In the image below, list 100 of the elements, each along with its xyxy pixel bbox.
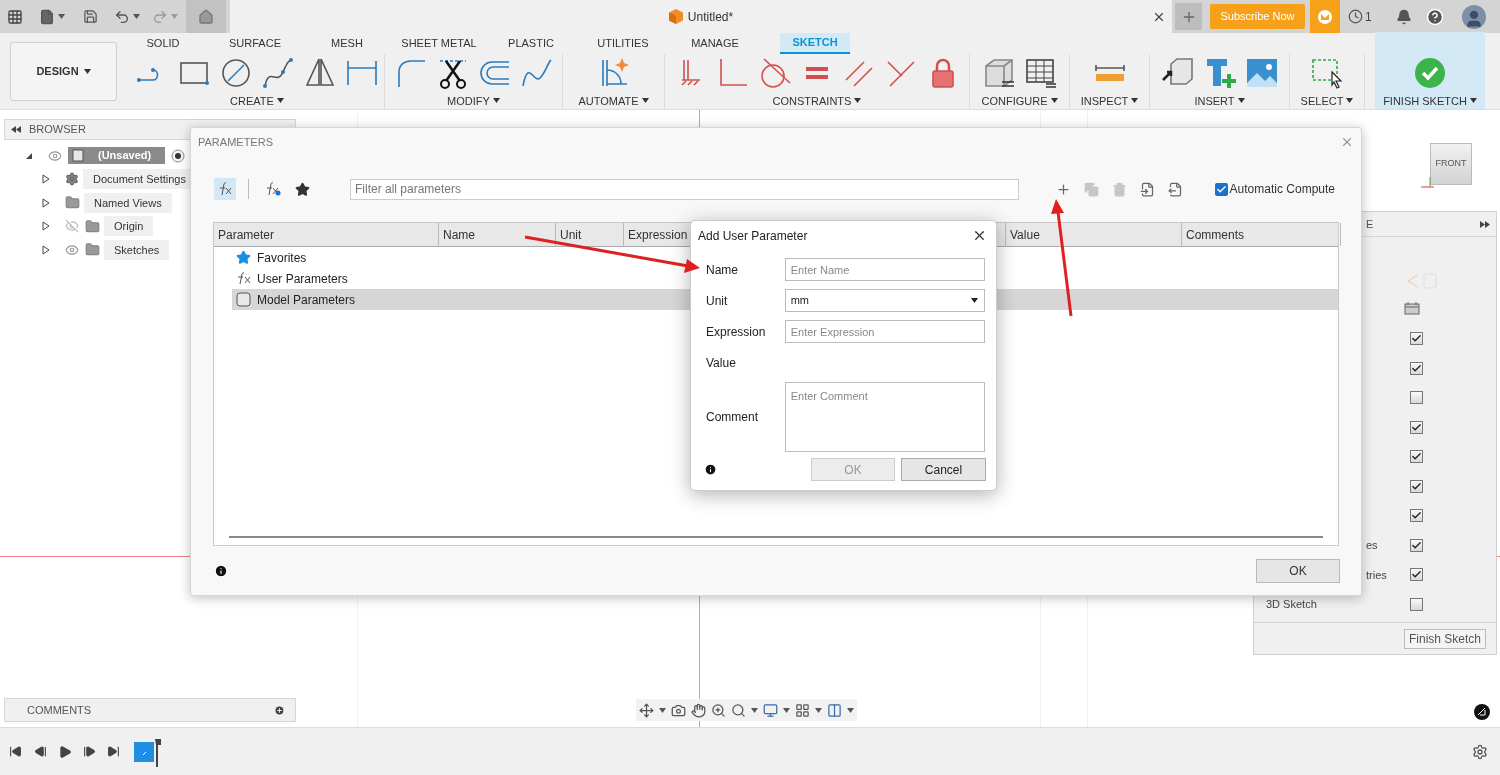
column-header[interactable]: Value	[1006, 223, 1182, 246]
finish-sketch-button[interactable]: Finish Sketch	[1403, 628, 1486, 649]
calendar-icon[interactable]	[1404, 301, 1420, 315]
column-header[interactable]: Comments	[1182, 223, 1341, 246]
search-icon[interactable]	[731, 702, 746, 718]
ribbon-tab[interactable]: UTILITIES	[577, 33, 669, 54]
expand-icon[interactable]	[41, 197, 51, 208]
display-icon[interactable]	[763, 702, 778, 718]
tangent-icon[interactable]	[758, 56, 792, 91]
ribbon-tab[interactable]: SURFACE	[209, 33, 301, 54]
first-frame-icon[interactable]	[9, 745, 22, 758]
tree-item[interactable]: Origin	[104, 216, 154, 237]
all-filter-button[interactable]	[214, 178, 236, 200]
file-icon[interactable]	[39, 8, 55, 25]
ribbon-tab[interactable]: MANAGE	[669, 33, 761, 54]
ribbon-tab[interactable]: SOLID	[117, 33, 209, 54]
orbit-icon[interactable]	[639, 702, 654, 718]
settings-icon[interactable]	[1472, 744, 1488, 760]
table-icon[interactable]	[1023, 56, 1058, 91]
group-menu-button[interactable]: INSPECT	[1080, 92, 1139, 109]
eye-icon[interactable]	[65, 242, 79, 257]
info-icon[interactable]	[214, 563, 228, 578]
close-icon[interactable]	[972, 228, 987, 243]
spline-icon[interactable]	[261, 56, 295, 91]
row-label[interactable]: Favorites	[257, 248, 307, 267]
row-label[interactable]: User Parameters	[257, 269, 348, 288]
field-label: Value	[706, 354, 737, 372]
close-icon[interactable]	[1152, 10, 1166, 24]
notification-icon[interactable]	[1395, 8, 1412, 25]
checkbox[interactable]	[1410, 509, 1423, 523]
comment-field[interactable]: Enter Comment	[784, 382, 985, 452]
undo-icon[interactable]	[114, 8, 130, 25]
next-frame-icon[interactable]	[83, 745, 96, 758]
group-menu-button[interactable]: INSERT	[1194, 92, 1245, 109]
expand-icon[interactable]	[41, 174, 51, 185]
play-icon[interactable]	[58, 744, 72, 759]
checkbox[interactable]	[1410, 479, 1423, 493]
clock-icon[interactable]	[1348, 9, 1363, 24]
ribbon-tab[interactable]: MESH	[301, 33, 393, 54]
check-icon[interactable]	[1413, 56, 1447, 91]
group-menu-button[interactable]: FINISH SKETCH	[1383, 92, 1477, 109]
checkbox[interactable]	[1410, 332, 1423, 346]
radio-icon[interactable]	[171, 148, 186, 163]
checkbox[interactable]	[1410, 568, 1423, 582]
ribbon-tab[interactable]: SHEET METAL	[393, 33, 485, 54]
group-menu-button[interactable]: SELECT	[1300, 92, 1354, 109]
expand-icon[interactable]	[41, 244, 51, 255]
pan-icon[interactable]	[691, 702, 706, 718]
app-grid-icon[interactable]	[7, 8, 23, 25]
grid-icon[interactable]	[795, 702, 810, 718]
input-field[interactable]: Enter Expression	[784, 320, 985, 343]
sketch-feature-icon[interactable]	[133, 736, 163, 767]
checkbox[interactable]	[1410, 361, 1423, 375]
save-icon[interactable]	[83, 9, 98, 24]
group-menu-button[interactable]: CONSTRAINTS	[772, 92, 862, 109]
last-frame-icon[interactable]	[107, 745, 120, 758]
group-menu-button[interactable]: MODIFY	[447, 92, 500, 109]
tree-item[interactable]: Sketches	[104, 239, 170, 260]
filter-field[interactable]: Filter all parameters	[350, 178, 1019, 200]
eye-icon[interactable]	[48, 148, 62, 163]
checkbox[interactable]	[1410, 391, 1423, 405]
group-menu-button[interactable]: CREATE	[230, 92, 284, 109]
info-icon[interactable]	[704, 463, 717, 476]
expand-panel-icon[interactable]	[1480, 220, 1490, 228]
group-menu-button[interactable]: AUTOMATE	[578, 92, 649, 109]
checkbox[interactable]	[1410, 538, 1423, 552]
row-label[interactable]: Model Parameters	[257, 290, 356, 309]
viewports-icon[interactable]	[827, 702, 842, 718]
collapse-panel-icon[interactable]	[11, 126, 21, 133]
group-menu-button[interactable]: CONFIGURE	[981, 92, 1058, 109]
ribbon-tab[interactable]: PLASTIC	[485, 33, 577, 54]
column-header[interactable]: Parameter	[214, 223, 439, 246]
avatar-icon[interactable]	[1461, 4, 1486, 29]
zoom-icon[interactable]	[711, 702, 726, 718]
help-icon[interactable]	[1425, 7, 1444, 26]
selection-icon[interactable]	[1310, 56, 1344, 91]
add-comment-icon[interactable]	[274, 704, 285, 716]
column-header[interactable]: Name	[439, 223, 556, 246]
cancel-button[interactable]: Cancel	[901, 458, 986, 481]
camera-icon[interactable]	[671, 702, 686, 718]
ok-button[interactable]: OK	[1256, 558, 1340, 583]
export-icon[interactable]	[1168, 181, 1183, 197]
tree-item[interactable]: Named Views	[84, 192, 172, 213]
import-icon[interactable]	[1140, 181, 1155, 197]
checkbox[interactable]	[1410, 597, 1423, 611]
checkbox[interactable]	[1214, 182, 1228, 196]
checkbox[interactable]	[1410, 450, 1423, 464]
document-tab[interactable]: Untitled*	[230, 0, 1172, 33]
comments-bar[interactable]: COMMENTS	[4, 698, 296, 722]
input-field[interactable]: Enter Name	[784, 258, 985, 281]
column-header[interactable]: Unit	[556, 223, 624, 246]
add-icon[interactable]	[1056, 181, 1071, 197]
workspace-button[interactable]: DESIGN	[10, 42, 117, 101]
expand-icon[interactable]	[41, 221, 51, 232]
feedback-icon[interactable]	[1474, 704, 1490, 720]
caret-icon	[171, 14, 178, 19]
unit-dropdown[interactable]: mm	[784, 289, 985, 312]
previous-frame-icon[interactable]	[34, 745, 47, 758]
checkbox[interactable]	[1410, 420, 1423, 434]
view-cube[interactable]: FRONT	[1430, 143, 1472, 185]
